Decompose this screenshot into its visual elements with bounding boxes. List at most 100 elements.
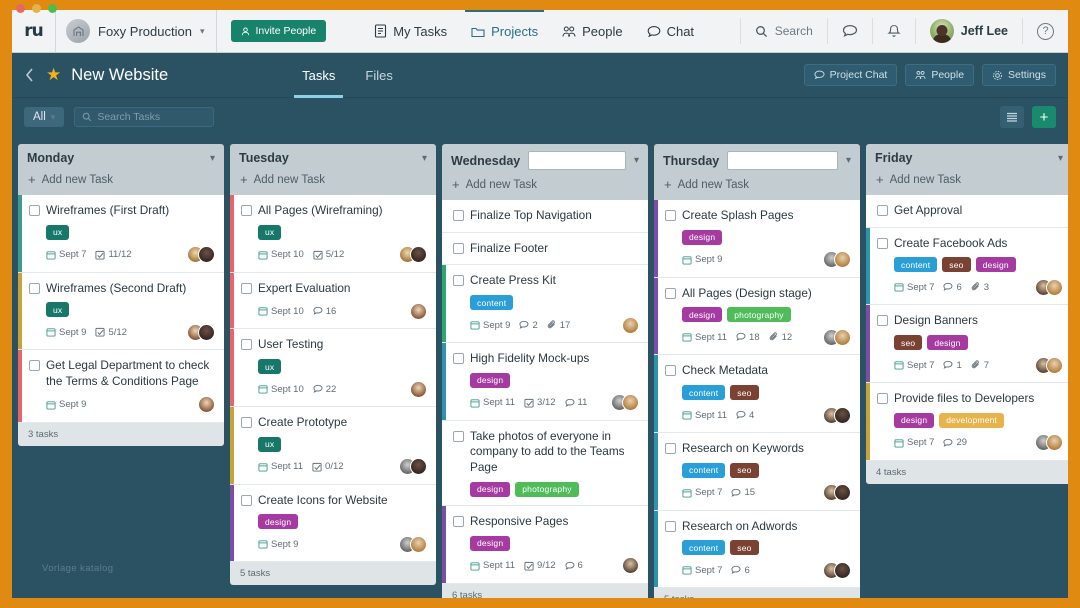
help-button[interactable]: ? xyxy=(1022,18,1068,44)
task-checkbox[interactable] xyxy=(665,210,676,221)
task-checkbox[interactable] xyxy=(665,287,676,299)
column-title[interactable]: Friday xyxy=(875,151,913,165)
avatar[interactable] xyxy=(410,535,427,553)
add-button[interactable]: + xyxy=(1032,106,1056,128)
task-card[interactable]: Finalize Top Navigation xyxy=(442,200,648,233)
avatar[interactable] xyxy=(1046,356,1063,374)
tag[interactable]: seo xyxy=(730,385,759,401)
tag[interactable]: seo xyxy=(942,257,971,273)
workspace-selector[interactable]: Foxy Production ▾ xyxy=(56,10,218,53)
project-chat-button[interactable]: Project Chat xyxy=(803,64,898,86)
tab-files[interactable]: Files xyxy=(365,53,392,98)
task-card[interactable]: Design Banners seo design Sept 7 17 xyxy=(866,305,1068,384)
user-menu[interactable]: Jeff Lee xyxy=(914,18,1022,44)
task-card[interactable]: Create Facebook Ads content seo design Sept… xyxy=(866,227,1068,306)
avatar[interactable] xyxy=(410,246,427,264)
filter-dropdown[interactable]: All ▾ xyxy=(24,107,65,127)
avatar[interactable] xyxy=(834,406,851,424)
search-tasks-input[interactable]: Search Tasks xyxy=(74,107,215,127)
avatar[interactable] xyxy=(622,557,639,574)
back-button[interactable] xyxy=(12,68,46,82)
tag[interactable]: design xyxy=(682,307,723,323)
avatar[interactable] xyxy=(834,484,851,502)
task-checkbox[interactable] xyxy=(453,430,464,442)
column-title[interactable]: Monday xyxy=(27,151,74,165)
chevron-down-icon[interactable]: ▾ xyxy=(210,153,215,164)
tab-tasks[interactable]: Tasks xyxy=(294,53,344,98)
add-new-task-button[interactable]: + Add new Task xyxy=(239,165,427,195)
messages-button[interactable] xyxy=(826,18,872,44)
project-settings-button[interactable]: Settings xyxy=(982,64,1056,86)
chevron-down-icon[interactable]: ▾ xyxy=(422,153,427,164)
tag[interactable]: content xyxy=(894,257,938,273)
nav-tab-my-tasks[interactable]: My Tasks xyxy=(374,10,447,53)
tag[interactable]: seo xyxy=(894,335,923,351)
tag[interactable]: design xyxy=(894,412,935,428)
task-checkbox[interactable] xyxy=(453,275,464,287)
tag[interactable]: ux xyxy=(258,436,282,452)
column-title-input[interactable] xyxy=(528,151,626,170)
task-checkbox[interactable] xyxy=(241,205,252,216)
task-checkbox[interactable] xyxy=(877,315,888,327)
tag[interactable]: photography xyxy=(515,481,579,497)
nav-tab-projects[interactable]: Projects xyxy=(465,10,545,53)
tag[interactable]: photography xyxy=(727,307,791,323)
list-view-button[interactable] xyxy=(1000,106,1024,128)
close-icon[interactable] xyxy=(16,4,25,13)
avatar[interactable] xyxy=(834,328,851,346)
nav-tab-chat[interactable]: Chat xyxy=(647,10,694,53)
avatar[interactable] xyxy=(1046,278,1063,296)
task-card[interactable]: Get Legal Department to check the Terms … xyxy=(18,350,224,423)
tag[interactable]: content xyxy=(682,540,726,556)
task-card[interactable]: User Testing ux Sept 10 22 xyxy=(230,329,436,408)
tag[interactable]: design xyxy=(258,514,299,530)
task-checkbox[interactable] xyxy=(453,353,464,365)
tag[interactable]: design xyxy=(682,229,723,245)
task-checkbox[interactable] xyxy=(29,360,40,372)
column-title[interactable]: Wednesday xyxy=(451,154,520,168)
task-card[interactable]: Create Press Kit content Sept 9 2 17 xyxy=(442,265,648,344)
chevron-down-icon[interactable]: ▾ xyxy=(1058,153,1063,164)
add-new-task-button[interactable]: + Add new Task xyxy=(451,170,639,200)
task-checkbox[interactable] xyxy=(29,282,40,294)
minimize-icon[interactable] xyxy=(32,4,41,13)
nav-tab-people[interactable]: People xyxy=(562,10,623,53)
avatar[interactable] xyxy=(834,251,851,269)
tag[interactable]: ux xyxy=(46,302,70,318)
task-card[interactable]: Research on Keywords content seo Sept 7 15 xyxy=(654,433,860,511)
task-checkbox[interactable] xyxy=(665,520,676,532)
task-card[interactable]: Check Metadata content seo Sept 11 4 xyxy=(654,355,860,434)
avatar[interactable] xyxy=(410,380,427,398)
task-card[interactable]: All Pages (Wireframing) ux Sept 10 5/12 xyxy=(230,195,436,273)
search-button[interactable]: Search xyxy=(739,18,827,44)
maximize-icon[interactable] xyxy=(48,4,57,13)
task-checkbox[interactable] xyxy=(453,242,464,254)
task-card[interactable]: Get Approval xyxy=(866,195,1068,228)
task-card[interactable]: Expert Evaluation Sept 10 16 xyxy=(230,272,436,330)
avatar[interactable] xyxy=(198,323,215,341)
task-checkbox[interactable] xyxy=(665,443,676,455)
column-title[interactable]: Thursday xyxy=(663,154,719,168)
task-card[interactable]: Finalize Footer xyxy=(442,232,648,266)
task-checkbox[interactable] xyxy=(241,417,252,429)
invite-people-button[interactable]: Invite People xyxy=(231,20,327,42)
tag[interactable]: design xyxy=(470,372,511,388)
notifications-button[interactable] xyxy=(871,18,915,44)
tag[interactable]: content xyxy=(682,385,726,401)
avatar[interactable] xyxy=(198,246,215,264)
tag[interactable]: ux xyxy=(258,359,282,375)
task-checkbox[interactable] xyxy=(877,237,888,249)
chevron-down-icon[interactable]: ▾ xyxy=(846,155,851,166)
avatar[interactable] xyxy=(622,394,639,412)
tag[interactable]: design xyxy=(975,257,1016,273)
tag[interactable]: ux xyxy=(46,224,70,240)
tag[interactable]: design xyxy=(927,335,968,351)
task-card[interactable]: Provide files to Developers design develo… xyxy=(866,383,1068,461)
tag[interactable]: design xyxy=(470,481,511,497)
column-title-input[interactable] xyxy=(727,151,838,170)
task-card[interactable]: Take photos of everyone in company to ad… xyxy=(442,420,648,506)
avatar[interactable] xyxy=(1046,434,1063,452)
task-card[interactable]: Research on Adwords content seo Sept 7 6 xyxy=(654,510,860,589)
task-checkbox[interactable] xyxy=(877,205,888,216)
task-checkbox[interactable] xyxy=(877,393,888,405)
